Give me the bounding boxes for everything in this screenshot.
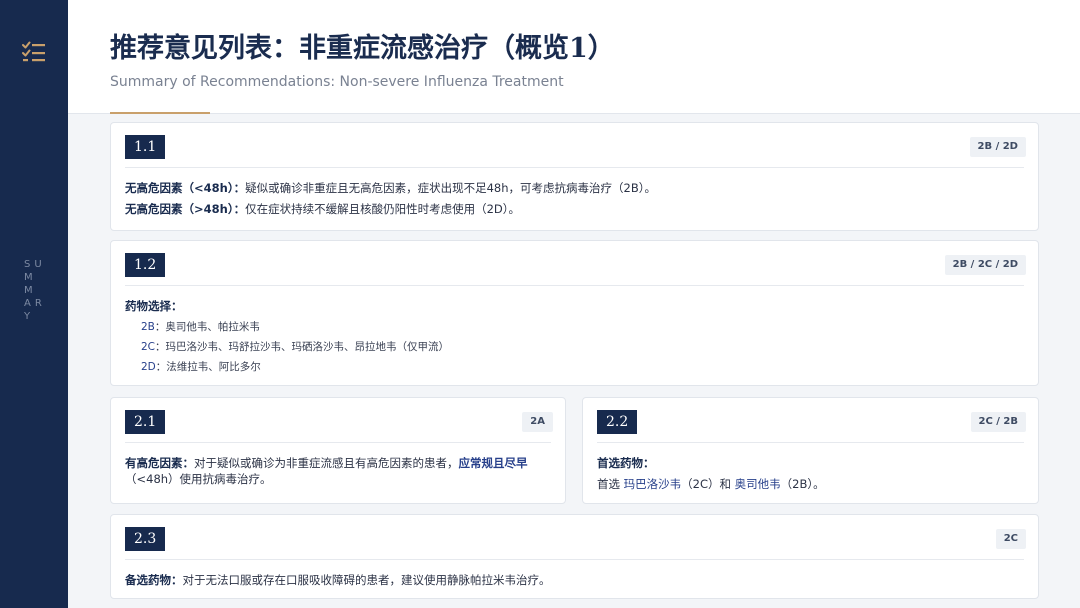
header-accent-line: [110, 112, 210, 114]
emphasis-text: 应常规且尽早: [458, 456, 528, 470]
line-text: 疑似或确诊非重症且无高危因素，症状出现不足48h，可考虑抗病毒治疗（2B）。: [245, 181, 656, 195]
card-heading: 药物选择：: [125, 299, 183, 313]
drug-list-text: ：玛巴洛沙韦、玛舒拉沙韦、玛硒洛沙韦、昂拉地韦（仅甲流）: [155, 341, 450, 353]
sidebar-vertical-label: SUMMARY: [24, 259, 46, 322]
grade-badge: 2A: [522, 412, 553, 432]
line-label: 有高危因素：: [125, 456, 194, 470]
card-body: 无高危因素（<48h）：疑似或确诊非重症且无高危因素，症状出现不足48h，可考虑…: [125, 178, 1024, 220]
checklist-icon: [22, 41, 45, 62]
drug-list-text: ：法维拉韦、阿比多尔: [155, 361, 261, 373]
recommendation-card-2-3: 2.3 2C 备选药物：对于无法口服或存在口服吸收障碍的患者，建议使用静脉帕拉米…: [110, 514, 1039, 599]
drug-list-item: 2B：奥司他韦、帕拉米韦: [125, 317, 1024, 337]
recommendation-card-1-1: 1.1 2B / 2D 无高危因素（<48h）：疑似或确诊非重症且无高危因素，症…: [110, 122, 1039, 231]
page-header: 推荐意见列表：非重症流感治疗（概览1） Summary of Recommend…: [68, 0, 1080, 114]
preferred-drug-line: 首选 玛巴洛沙韦（2C）和 奥司他韦（2B）。: [597, 474, 1024, 495]
divider: [125, 167, 1024, 168]
card-heading: 首选药物：: [597, 456, 655, 470]
card-body: 药物选择： 2B：奥司他韦、帕拉米韦 2C：玛巴洛沙韦、玛舒拉沙韦、玛硒洛沙韦、…: [125, 296, 1024, 377]
card-number: 2.1: [125, 410, 166, 434]
recommendation-card-1-2: 1.2 2B / 2C / 2D 药物选择： 2B：奥司他韦、帕拉米韦 2C：玛…: [110, 240, 1039, 386]
line-text: （2C）和: [681, 477, 735, 491]
line-label: 无高危因素（>48h）：: [125, 202, 246, 216]
card-heading-line: 药物选择：: [125, 296, 1024, 317]
grade-code: 2C: [141, 341, 156, 353]
page-title: 推荐意见列表：非重症流感治疗（概览1）: [110, 33, 615, 64]
recommendation-line: 无高危因素（>48h）：仅在症状持续不缓解且核酸仍阳性时考虑使用（2D）。: [125, 199, 1024, 220]
card-number: 1.2: [125, 253, 166, 277]
grade-badge: 2B / 2D: [969, 137, 1026, 157]
grade-badge: 2B / 2C / 2D: [944, 255, 1026, 275]
recommendation-line: 无高危因素（<48h）：疑似或确诊非重症且无高危因素，症状出现不足48h，可考虑…: [125, 178, 1024, 199]
card-body: 首选药物： 首选 玛巴洛沙韦（2C）和 奥司他韦（2B）。: [597, 453, 1024, 495]
recommendation-text: 有高危因素：对于疑似或确诊为非重症流感且有高危因素的患者，应常规且尽早 （<48h…: [125, 453, 551, 487]
card-number: 2.3: [125, 527, 166, 551]
grade-code: 2B: [141, 321, 155, 333]
line-label: 无高危因素（<48h）：: [125, 181, 246, 195]
card-number: 2.2: [597, 410, 638, 434]
line-label: 备选药物：: [125, 573, 183, 587]
recommendation-card-2-2: 2.2 2C / 2B 首选药物： 首选 玛巴洛沙韦（2C）和 奥司他韦（2B）…: [582, 397, 1039, 504]
line-text: 对于疑似或确诊为非重症流感且有高危因素的患者，: [194, 456, 459, 470]
grade-badge: 2C / 2B: [970, 412, 1026, 432]
drug-list-item: 2D：法维拉韦、阿比多尔: [125, 357, 1024, 377]
line-text: 首选: [597, 477, 624, 491]
card-number: 1.1: [125, 135, 166, 159]
card-body: 有高危因素：对于疑似或确诊为非重症流感且有高危因素的患者，应常规且尽早 （<48h…: [125, 453, 551, 487]
recommendation-card-2-1: 2.1 2A 有高危因素：对于疑似或确诊为非重症流感且有高危因素的患者，应常规且…: [110, 397, 566, 504]
line-text-2: （<48h）使用抗病毒治疗。: [125, 472, 272, 486]
drug-name: 奥司他韦: [734, 477, 781, 491]
drug-list-text: ：奥司他韦、帕拉米韦: [154, 321, 260, 333]
grade-badge: 2C: [995, 529, 1026, 549]
divider: [125, 559, 1024, 560]
recommendation-line: 备选药物：对于无法口服或存在口服吸收障碍的患者，建议使用静脉帕拉米韦治疗。: [125, 570, 1024, 591]
line-text: 对于无法口服或存在口服吸收障碍的患者，建议使用静脉帕拉米韦治疗。: [182, 573, 551, 587]
sidebar: SUMMARY: [0, 0, 68, 608]
card-body: 备选药物：对于无法口服或存在口服吸收障碍的患者，建议使用静脉帕拉米韦治疗。: [125, 570, 1024, 591]
grade-code: 2D: [141, 361, 156, 373]
divider: [125, 442, 551, 443]
card-heading-line: 首选药物：: [597, 453, 1024, 474]
drug-list-item: 2C：玛巴洛沙韦、玛舒拉沙韦、玛硒洛沙韦、昂拉地韦（仅甲流）: [125, 337, 1024, 357]
divider: [125, 285, 1024, 286]
line-text: （2B）。: [780, 477, 825, 491]
line-text: 仅在症状持续不缓解且核酸仍阳性时考虑使用（2D）。: [245, 202, 520, 216]
drug-name: 玛巴洛沙韦: [623, 477, 682, 491]
divider: [597, 442, 1024, 443]
page-subtitle: Summary of Recommendations: Non-severe I…: [110, 74, 564, 90]
